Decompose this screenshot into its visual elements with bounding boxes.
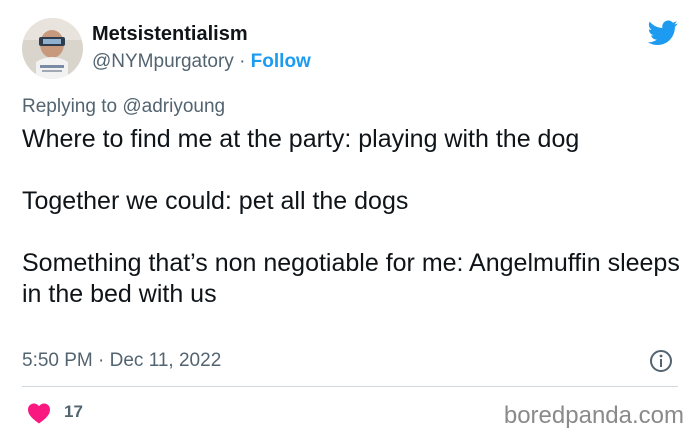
tweet-paragraph: Where to find me at the party: playing w…: [22, 125, 580, 153]
tweet-paragraph: Together we could: pet all the dogs: [22, 187, 409, 215]
twitter-bird-icon[interactable]: [648, 20, 678, 46]
reply-target-link[interactable]: @adriyoung: [122, 96, 225, 117]
separator: ·: [239, 51, 246, 72]
follow-button[interactable]: Follow: [251, 51, 311, 72]
like-count: 17: [64, 402, 83, 421]
user-block: Metsistentialism @NYMpurgatory · Follow: [92, 21, 311, 74]
divider: [22, 386, 678, 387]
tweet-text: Where to find me at the party: playing w…: [22, 124, 682, 310]
tweet-card: Metsistentialism @NYMpurgatory · Follow …: [0, 0, 700, 441]
tweet-paragraph: Something that’s non negotiable for me: …: [22, 249, 680, 308]
info-icon[interactable]: [649, 349, 673, 373]
heart-icon[interactable]: [27, 402, 51, 424]
avatar-image: [22, 18, 83, 79]
watermark: boredpanda.com: [503, 402, 684, 429]
handle-row: @NYMpurgatory · Follow: [92, 50, 311, 74]
user-handle[interactable]: @NYMpurgatory: [92, 51, 234, 72]
tweet-timestamp[interactable]: 5:50 PM · Dec 11, 2022: [22, 349, 221, 373]
avatar[interactable]: [22, 18, 83, 79]
tweet-header: Metsistentialism @NYMpurgatory · Follow: [22, 16, 682, 80]
display-name[interactable]: Metsistentialism: [92, 21, 311, 47]
replying-to-label: Replying to: [22, 96, 118, 117]
replying-to: Replying to @adriyoung: [22, 95, 225, 119]
